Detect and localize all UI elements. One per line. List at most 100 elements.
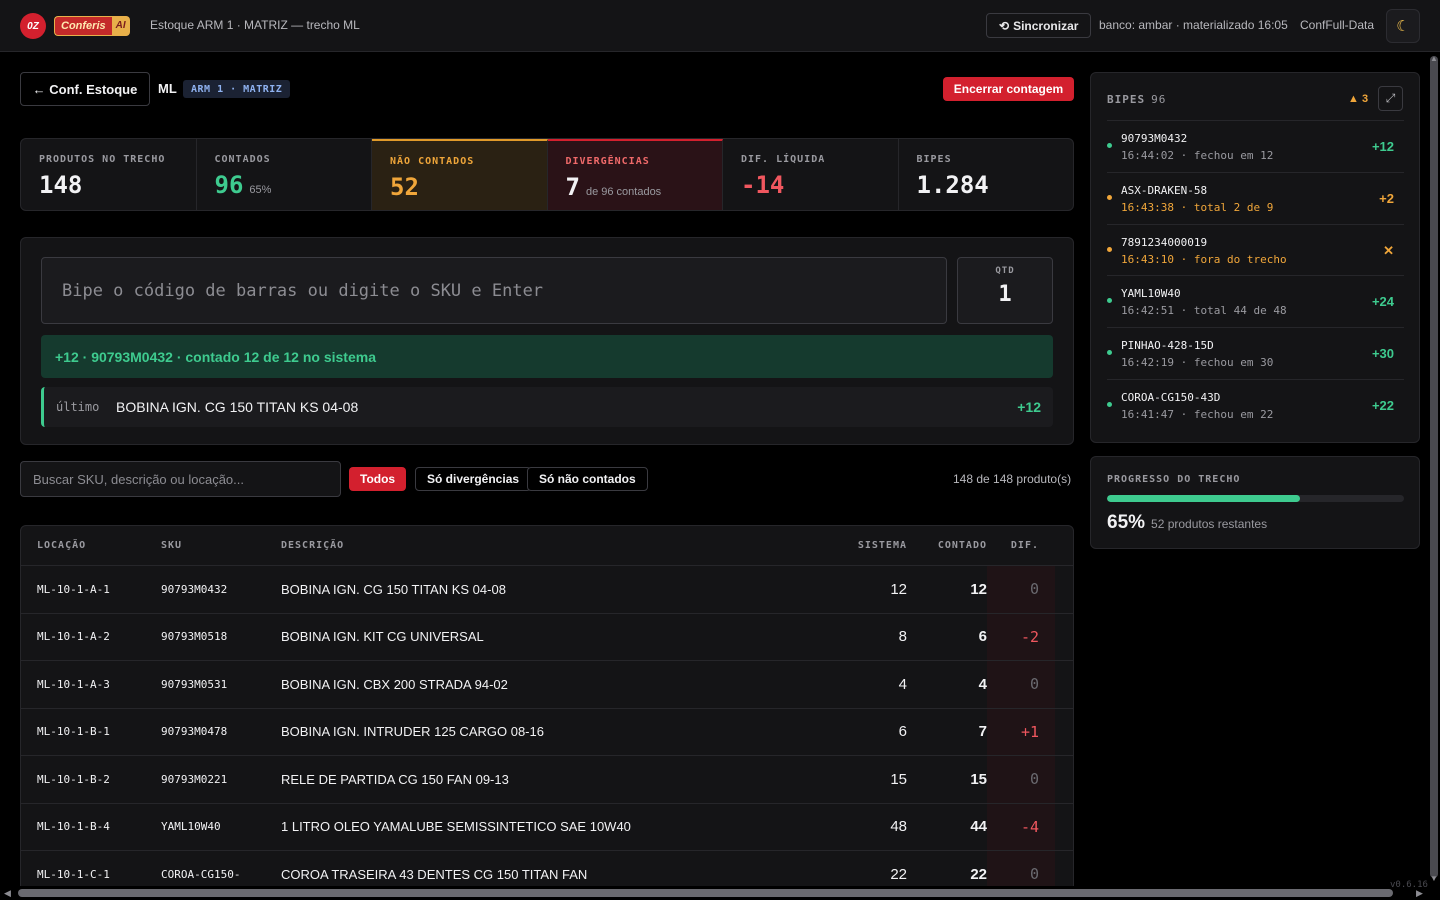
progress-track	[1107, 495, 1404, 502]
brand-suffix: AI	[111, 16, 130, 36]
status-dot-icon	[1107, 143, 1112, 148]
cell-counted: 7	[978, 723, 987, 741]
cell-sku: YAML10W40	[161, 820, 221, 834]
stat-value: 1.284	[916, 171, 989, 199]
cell-location: ML-10-1-A-1	[37, 582, 110, 596]
search-input[interactable]	[20, 461, 341, 497]
column-header-diff[interactable]: DIF.	[987, 526, 1055, 565]
column-header-sku[interactable]: SKU	[161, 540, 281, 551]
horizontal-scroll-thumb[interactable]	[18, 889, 1393, 897]
scroll-down-icon[interactable]: ▼	[1430, 874, 1438, 883]
scan-delta: +12	[1371, 139, 1394, 154]
scan-meta: 16:44:02 · fechou em 12	[1121, 149, 1274, 162]
column-header-description[interactable]: DESCRIÇÃO	[281, 540, 821, 551]
vertical-scroll-thumb[interactable]	[1430, 56, 1438, 878]
sync-label: Sincronizar	[1013, 18, 1079, 33]
filter-divergences-button[interactable]: Só divergências	[415, 467, 532, 491]
cell-description: BOBINA IGN. CG 150 TITAN KS 04-08	[281, 581, 506, 597]
scan-code: COROA-CG150-43D	[1121, 390, 1221, 404]
app-logo[interactable]: 0Z	[20, 13, 46, 39]
scan-item[interactable]: 7891234000019 16:43:10 · fora do trecho ✕	[1107, 223, 1404, 276]
brand-logo: Conferis AI	[54, 16, 130, 36]
scan-item[interactable]: PINHAO-428-15D 16:42:19 · fechou em 30 +30	[1107, 327, 1404, 379]
cell-counted: 44	[970, 818, 987, 836]
filter-all-button[interactable]: Todos	[349, 467, 407, 491]
table-row[interactable]: ML-10-1-A-1 90793M0432 BOBINA IGN. CG 150 …	[21, 566, 1073, 614]
scan-item[interactable]: ASX-DRAKEN-58 16:43:38 · total 2 de 9 +2	[1107, 171, 1404, 224]
filter-not-counted-button[interactable]: Só não contados	[527, 467, 648, 491]
brand-name: Conferis	[54, 16, 112, 36]
status-dot-icon	[1107, 246, 1112, 252]
cell-diff: 0	[987, 566, 1055, 613]
scan-meta: 16:43:38 · total 2 de 9	[1121, 200, 1274, 214]
barcode-input[interactable]	[41, 257, 947, 324]
last-scan-description: BOBINA IGN. CG 150 TITAN KS 04-08	[116, 399, 359, 415]
cell-system: 8	[898, 628, 907, 646]
stat-label: DIF. LÍQUIDA	[741, 154, 826, 165]
scroll-up-icon[interactable]: ▲	[1430, 54, 1438, 63]
scan-item[interactable]: 90793M0432 16:44:02 · fechou em 12 +12	[1107, 120, 1404, 172]
expand-button[interactable]: ⤢	[1378, 86, 1403, 111]
progress-value: 65%	[1107, 512, 1146, 533]
stat-not-counted[interactable]: NÃO CONTADOS 52	[372, 139, 548, 210]
warning-icon: ▲	[1348, 93, 1359, 105]
horizontal-scrollbar[interactable]: ◀ ▶	[0, 886, 1440, 900]
cell-location: ML-10-1-B-2	[37, 772, 110, 786]
stat-value: 7	[565, 173, 580, 201]
theme-toggle-button[interactable]: ☾	[1386, 9, 1420, 43]
scan-code: ASX-DRAKEN-58	[1121, 183, 1208, 197]
cell-counted: 12	[970, 580, 987, 598]
status-dot-icon	[1107, 350, 1112, 356]
top-bar: 0Z Conferis AI Estoque ARM 1 · MATRIZ — …	[0, 0, 1440, 52]
scan-feedback: +12 · 90793M0432 · contado 12 de 12 no s…	[41, 335, 1053, 378]
cell-location: ML-10-1-A-3	[37, 677, 110, 691]
cell-diff: -4	[987, 803, 1055, 850]
scans-list: 90793M0432 16:44:02 · fechou em 12 +12 ASX-…	[1107, 120, 1404, 431]
scroll-left-icon[interactable]: ◀	[4, 888, 11, 899]
table-row[interactable]: ML-10-1-B-1 90793M0478 BOBINA IGN. INTRUDE…	[21, 708, 1073, 756]
breadcrumb: Estoque ARM 1 · MATRIZ — trecho ML	[150, 18, 360, 32]
scan-meta: 16:42:19 · fechou em 30	[1121, 356, 1274, 370]
scan-delta: +2	[1379, 190, 1394, 206]
stat-value: 148	[39, 171, 83, 199]
scans-count: 96	[1151, 93, 1167, 106]
table-row[interactable]: ML-10-1-B-4 YAML10W40 1 LITRO OLEO YAMALUB…	[21, 803, 1073, 851]
cell-system: 12	[890, 580, 907, 598]
table-row[interactable]: ML-10-1-A-2 90793M0518 BOBINA IGN. KIT CG …	[21, 613, 1073, 661]
vertical-scrollbar[interactable]	[1428, 52, 1440, 886]
cell-sku: 90793M0478	[161, 725, 228, 739]
warnings-badge[interactable]: ▲ 3	[1348, 93, 1368, 105]
stat-label: DIVERGÊNCIAS	[565, 156, 650, 167]
column-header-counted[interactable]: CONTADO	[907, 540, 987, 551]
scan-code: 7891234000019	[1121, 235, 1208, 249]
stat-net-diff: DIF. LÍQUIDA -14	[723, 139, 899, 210]
expand-icon: ⤢	[1385, 91, 1396, 105]
scan-item[interactable]: YAML10W40 16:42:51 · total 44 de 48 +24	[1107, 275, 1404, 327]
column-header-location[interactable]: LOCAÇÃO	[21, 540, 161, 551]
back-button[interactable]: ← Conf. Estoque	[20, 72, 150, 106]
product-count: 148 de 148 produto(s)	[953, 472, 1072, 486]
table-row[interactable]: ML-10-1-B-2 90793M0221 RELE DE PARTIDA CG …	[21, 756, 1073, 804]
stat-label: CONTADOS	[214, 154, 271, 165]
sync-button[interactable]: ⟲ Sincronizar	[986, 13, 1092, 38]
stat-divergences[interactable]: DIVERGÊNCIAS 7 de 96 contados	[547, 139, 723, 210]
end-count-button[interactable]: Encerrar contagem	[943, 77, 1074, 101]
stat-label: BIPES	[916, 154, 952, 165]
table-row[interactable]: ML-10-1-A-3 90793M0531 BOBINA IGN. CBX 200…	[21, 661, 1073, 709]
scan-meta: 16:43:10 · fora do trecho	[1121, 252, 1287, 266]
last-scan-delta: +12	[1017, 399, 1041, 415]
cell-description: RELE DE PARTIDA CG 150 FAN 09-13	[281, 771, 509, 787]
column-header-system[interactable]: SISTEMA	[821, 540, 907, 551]
cell-sku: 90793M0432	[161, 582, 228, 596]
cell-counted: 22	[970, 865, 987, 883]
scan-code: YAML10W40	[1121, 287, 1181, 301]
quantity-label: QTD	[995, 266, 1015, 276]
stat-value: 52	[390, 173, 419, 201]
quantity-field[interactable]: QTD 1	[957, 257, 1053, 324]
cell-system: 4	[898, 675, 907, 693]
progress-fill	[1107, 495, 1301, 502]
cell-system: 6	[898, 723, 907, 741]
table-body: ML-10-1-A-1 90793M0432 BOBINA IGN. CG 150 …	[21, 566, 1073, 894]
scan-item[interactable]: COROA-CG150-43D 16:41:47 · fechou em 22 +2…	[1107, 378, 1404, 431]
cell-system: 22	[890, 865, 907, 883]
